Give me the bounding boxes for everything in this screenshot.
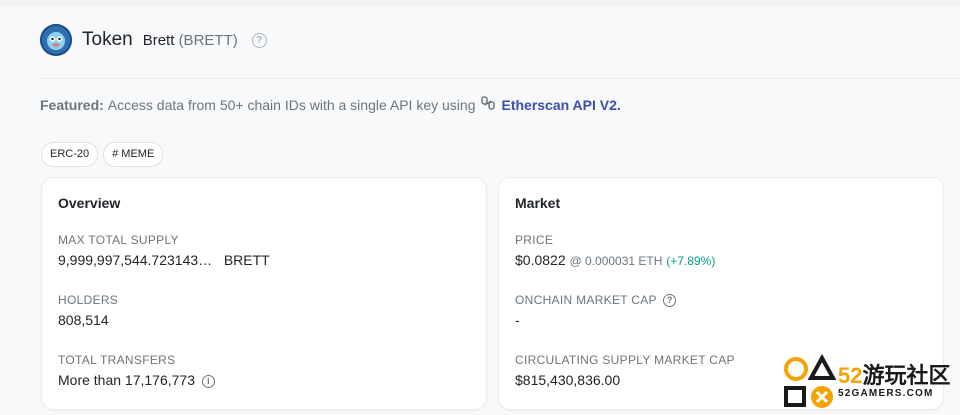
tag-erc20[interactable]: ERC-20 (41, 142, 99, 167)
watermark-text: 52游玩社区 52GAMERS.COM (838, 362, 951, 399)
brett-logo-icon (40, 24, 72, 56)
watermark-cn: 游玩社区 (862, 362, 951, 388)
featured-text: Access data from 50+ chain IDs with a si… (107, 96, 476, 113)
max-supply-unit: BRETT (223, 252, 270, 268)
circ-cap-value: $815,430,836.00 (515, 372, 621, 388)
chain-link-icon (481, 96, 496, 113)
watermark-logo-icon (780, 352, 837, 410)
tag-meme[interactable]: # MEME (103, 142, 164, 167)
transfers-value: More than 17,176,773 i (58, 372, 215, 388)
price-usd: $0.0822 (515, 252, 566, 268)
token-name: Brett (BRETT) (143, 32, 238, 49)
featured-label: Featured: (40, 96, 104, 113)
overview-card: Overview MAX TOTAL SUPPLY 9,999,997,544.… (41, 177, 487, 410)
info-icon[interactable]: i (201, 375, 215, 388)
page-title: Token (82, 29, 133, 50)
token-tags: ERC-20 # MEME (41, 142, 164, 167)
market-title: Market (515, 195, 561, 211)
price-label: PRICE (515, 233, 554, 247)
token-name-text: Brett (142, 31, 175, 49)
watermark-url: 52GAMERS.COM (838, 387, 934, 399)
watermark-brand: 52游玩社区 (838, 362, 951, 388)
token-symbol: (BRETT) (178, 31, 238, 49)
onchain-cap-label-text: ONCHAIN MARKET CAP (515, 293, 657, 307)
holders-value: 808,514 (58, 312, 109, 328)
holders-label: HOLDERS (58, 293, 119, 307)
transfers-text: More than 17,176,773 (58, 372, 195, 388)
overview-title: Overview (58, 195, 121, 211)
watermark: 52游玩社区 52GAMERS.COM (780, 352, 960, 410)
watermark-number: 52 (838, 362, 863, 388)
price-change: (+7.89%) (666, 254, 716, 268)
featured-banner: Featured: Access data from 50+ chain IDs… (40, 96, 621, 113)
price-value: $0.0822 @ 0.000031 ETH (+7.89%) (515, 252, 715, 268)
question-icon[interactable]: ? (663, 294, 677, 307)
max-supply-label: MAX TOTAL SUPPLY (58, 233, 179, 247)
max-supply-value: 9,999,997,544.723143… BRETT (58, 252, 270, 268)
onchain-cap-label: ONCHAIN MARKET CAP ? (515, 293, 677, 307)
top-strip (0, 0, 960, 6)
header-divider (40, 78, 960, 79)
onchain-cap-value: - (515, 312, 520, 328)
help-icon[interactable]: ? (251, 32, 267, 48)
circ-cap-label: CIRCULATING SUPPLY MARKET CAP (515, 353, 735, 367)
max-supply-amount: 9,999,997,544.723143… (58, 252, 213, 268)
transfers-label: TOTAL TRANSFERS (58, 353, 176, 367)
page-header: Token Brett (BRETT) ? (40, 24, 267, 56)
price-eth: @ 0.000031 ETH (569, 254, 663, 268)
etherscan-api-link[interactable]: Etherscan API V2. (501, 97, 620, 113)
